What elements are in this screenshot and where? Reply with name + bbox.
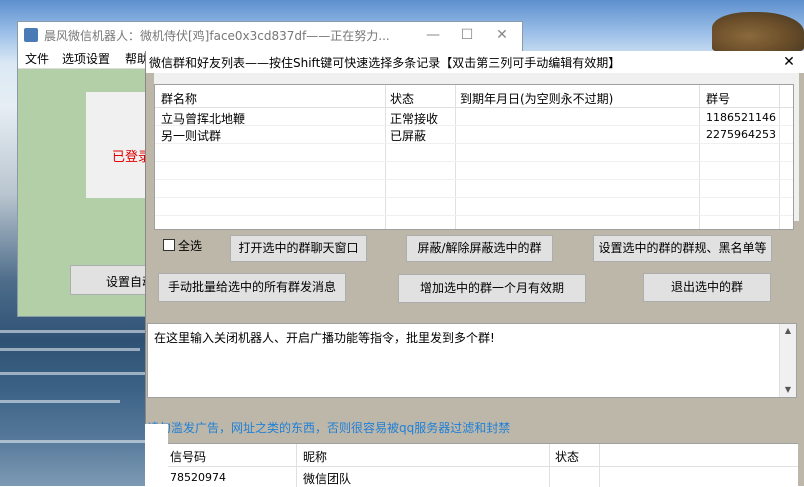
scroll-down-icon[interactable]: ▼ (780, 383, 796, 397)
group-status-cell: 正常接收 (390, 112, 439, 126)
column-header-expiry[interactable]: 到期年月日(为空则永不过期) (460, 90, 613, 107)
column-header-group-id[interactable]: 群号 (706, 90, 730, 107)
scroll-up-icon[interactable]: ▲ (780, 324, 796, 338)
header-divider (155, 107, 793, 108)
friend-list-table[interactable]: 信号码 昵称 状态 78520974 微信团队 (168, 443, 798, 487)
column-header-status[interactable]: 状态 (390, 90, 414, 107)
batch-message-input[interactable]: 在这里输入关闭机器人、开启广播功能等指令，批里发到多个群! ▲ ▼ (147, 323, 797, 398)
toggle-block-group-button[interactable]: 屏蔽/解除屏蔽选中的群 (406, 235, 553, 262)
spam-warning-text: 请勿滥发广告，网址之类的东西，否则很容易被qq服务器过滤和封禁 (147, 421, 511, 435)
group-name-cell: 另一则试群 (161, 129, 222, 143)
app-icon (24, 28, 38, 42)
wallpaper-rock (712, 12, 804, 52)
minimize-icon[interactable]: — (416, 22, 450, 48)
main-window-title: 晨风微信机器人：微机侍伏[鸡]face0x3cd837df——正在努力... (44, 29, 390, 43)
wave (0, 372, 150, 375)
dialog-titlebar[interactable]: 微信群和好友列表——按住Shift键可快速选择多条记录【双击第三列可手动编辑有效… (146, 51, 804, 73)
group-list-table[interactable]: 群名称 状态 到期年月日(为空则永不过期) 群号 立马曾挥北地鞭 正常接收 11… (154, 84, 794, 230)
menu-file[interactable]: 文件 (25, 50, 49, 67)
wave (0, 400, 120, 403)
close-icon[interactable]: ✕ (485, 22, 519, 48)
group-id-cell: 1186521146 (706, 111, 776, 124)
column-header-wechat-id[interactable]: 信号码 (170, 448, 206, 465)
column-header-group-name[interactable]: 群名称 (161, 90, 197, 107)
header-divider (168, 466, 798, 467)
wave (0, 440, 145, 443)
batch-message-button[interactable]: 手动批量给选中的所有群发消息 (158, 273, 346, 302)
add-month-validity-button[interactable]: 增加选中的群一个月有效期 (398, 274, 586, 303)
group-status-cell: 已屏蔽 (390, 129, 427, 143)
open-group-chat-button[interactable]: 打开选中的群聊天窗口 (230, 235, 367, 262)
message-text: 在这里输入关闭机器人、开启广播功能等指令，批里发到多个群! (154, 331, 495, 345)
column-header-nickname[interactable]: 昵称 (303, 448, 327, 465)
row-divider (155, 215, 793, 216)
row-divider (155, 161, 793, 162)
row-divider (155, 197, 793, 198)
row-divider (155, 125, 793, 126)
wave (0, 348, 140, 351)
friend-nickname-cell: 微信团队 (303, 472, 352, 486)
friend-list-left-edge (145, 424, 168, 486)
close-icon[interactable]: ✕ (774, 51, 804, 73)
select-all-label[interactable]: 全选 (178, 237, 202, 254)
select-all-checkbox[interactable] (163, 239, 175, 251)
row-divider (155, 179, 793, 180)
group-name-cell: 立马曾挥北地鞭 (161, 112, 246, 126)
group-id-cell: 2275964253 (706, 128, 776, 141)
menu-options[interactable]: 选项设置 (62, 50, 110, 67)
set-group-rules-button[interactable]: 设置选中的群的群规、黑名单等 (593, 235, 772, 262)
main-window-titlebar[interactable]: 晨风微信机器人：微机侍伏[鸡]face0x3cd837df——正在努力... —… (18, 22, 522, 48)
friend-id-cell: 78520974 (170, 471, 226, 484)
message-scrollbar[interactable]: ▲ ▼ (779, 324, 796, 397)
quit-group-button[interactable]: 退出选中的群 (643, 273, 771, 302)
row-divider (155, 143, 793, 144)
wave (0, 330, 160, 333)
column-header-friend-status[interactable]: 状态 (555, 448, 579, 465)
maximize-icon[interactable]: ☐ (450, 22, 484, 48)
dialog-title: 微信群和好友列表——按住Shift键可快速选择多条记录【双击第三列可手动编辑有效… (149, 56, 621, 70)
